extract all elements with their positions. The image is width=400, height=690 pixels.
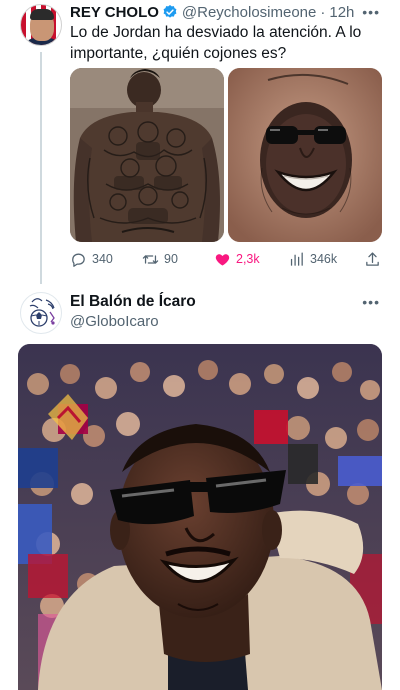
retweet-count: 90 (164, 252, 178, 266)
tweet-reycholo[interactable]: REY CHOLO @Reycholosimeone · 12h ••• Lo … (0, 0, 400, 284)
thread-line (40, 52, 42, 284)
author-handle[interactable]: @GloboIcaro (70, 313, 159, 330)
reply-count: 340 (92, 252, 113, 266)
retweet-icon (142, 254, 159, 264)
tweet-text: Lo de Jordan ha desviado la atención. A … (70, 24, 362, 62)
retweet-button[interactable]: 90 (142, 248, 178, 270)
tweet-time[interactable]: 12h (329, 4, 354, 21)
author-handle[interactable]: @Reycholosimeone (182, 4, 316, 21)
views-button[interactable]: 346k (288, 248, 337, 270)
balon-de-icaro-logo (20, 292, 62, 334)
more-icon[interactable]: ••• (362, 4, 380, 20)
sunglasses-man-crowd-illustration (18, 344, 382, 690)
tweet-photo-face-tattoo[interactable] (228, 68, 382, 242)
tattooed-back-illustration (70, 68, 224, 242)
verified-badge-icon (163, 5, 177, 18)
avatar-reycholo[interactable] (20, 4, 62, 46)
views-icon (290, 251, 303, 266)
share-icon (366, 251, 379, 266)
tweet-photo-tattooed-back[interactable] (70, 68, 224, 242)
share-button[interactable] (364, 248, 386, 270)
tweet-header: REY CHOLO @Reycholosimeone · 12h (70, 2, 354, 22)
reply-button[interactable]: 340 (70, 248, 113, 270)
like-count: 2,3k (236, 252, 260, 266)
tweet-photo-sunglasses-man[interactable] (18, 344, 382, 690)
like-button[interactable]: 2,3k (214, 248, 260, 270)
face-tattoo-illustration (228, 68, 382, 242)
author-name[interactable]: El Balón de Ícaro (70, 293, 196, 311)
like-icon (215, 253, 230, 266)
views-count: 346k (310, 252, 338, 266)
tweet-actions: 340 90 2,3k 346k (70, 248, 386, 270)
reply-icon (72, 253, 85, 267)
author-name[interactable]: REY CHOLO (70, 4, 159, 21)
separator-dot: · (320, 3, 326, 21)
more-icon[interactable]: ••• (362, 294, 380, 310)
avatar-globoicaro[interactable] (20, 292, 62, 334)
